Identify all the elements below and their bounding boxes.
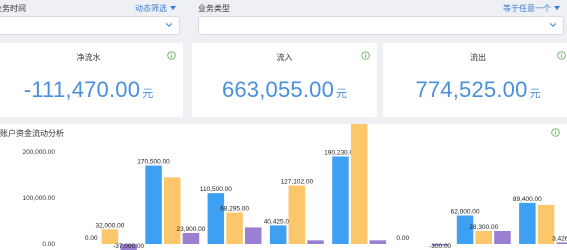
metric-card-net-flow: 净流水 -111,470.00 元 [0, 43, 183, 117]
bar-orange [101, 229, 119, 244]
filter-business-type: 业务类型 等于任意一个 [198, 0, 564, 38]
metric-card-inflow: 流入 663,055.00 元 [192, 43, 377, 117]
bar-orange [226, 212, 243, 244]
bar-purple [307, 240, 324, 244]
bar-purple [369, 240, 387, 244]
data-label: 28,300.00 [469, 224, 498, 231]
filter-label: 业务类型 [198, 4, 230, 13]
data-label: 68,295.00 [220, 206, 249, 213]
data-label: 89,400.00 [513, 196, 542, 203]
bar-purple [556, 242, 567, 244]
bar-chart: 300,000.00200,000.00100,000.000.000.0032… [22, 124, 567, 250]
metric-unit: 元 [529, 88, 541, 100]
business-type-select[interactable] [198, 16, 564, 35]
metric-value: -111,470.00 元 [0, 77, 183, 103]
filter-mode-label: 动态筛选 [135, 4, 167, 13]
bar-blue [332, 156, 349, 244]
metric-number: -111,470.00 [23, 77, 141, 102]
bar-blue [207, 193, 225, 244]
info-circle-icon[interactable] [167, 51, 176, 60]
metric-unit: 元 [336, 88, 348, 100]
y-tick-label: 100,000.00 [22, 195, 55, 202]
y-tick-label: 200,000.00 [22, 149, 55, 156]
filter-mode-dropdown[interactable]: 等于任意一个 [503, 3, 560, 14]
bar-purple [245, 227, 262, 244]
filter-mode-label: 等于任意一个 [503, 4, 551, 13]
data-label: 3,426.00 [552, 235, 567, 242]
bar-blue [269, 225, 287, 244]
data-label: -300.00 [429, 243, 451, 250]
cash-flow-chart-panel: 账户资金流动分析 300,000.00200,000.00100,000.000… [0, 124, 567, 250]
data-label: 110,500.00 [200, 186, 232, 193]
bar-purple [494, 230, 511, 244]
chevron-down-icon [165, 23, 173, 27]
metric-number: 774,525.00 [415, 77, 528, 102]
bar-orange [288, 185, 306, 244]
business-time-select[interactable] [0, 16, 180, 35]
triangle-down-icon [554, 6, 560, 10]
metric-title: 流出 [470, 53, 486, 62]
bar-orange [475, 230, 492, 244]
info-circle-icon[interactable] [557, 51, 566, 60]
filter-business-time: 业务时间 动态筛选 [0, 0, 180, 38]
data-label: -37,000.00 [113, 243, 144, 250]
bar-orange [164, 177, 181, 244]
bar-orange [350, 124, 368, 244]
data-label: 62,000.00 [451, 208, 480, 215]
chevron-down-icon [549, 23, 557, 27]
metric-value: 774,525.00 元 [383, 77, 567, 103]
data-label: 0.00 [396, 235, 409, 242]
data-label: 170,500.00 [137, 159, 170, 166]
data-label: 0.00 [85, 235, 98, 242]
data-label: 23,900.00 [176, 226, 205, 233]
filter-label: 业务时间 [0, 4, 26, 13]
y-tick-label: 0.00 [42, 241, 55, 248]
metric-value: 663,055.00 元 [192, 77, 377, 103]
triangle-down-icon [170, 6, 176, 10]
data-label: 127,102.00 [281, 179, 314, 186]
data-label: 40,425.00 [264, 218, 293, 225]
bar-blue [519, 202, 536, 244]
bar-purple [182, 233, 200, 244]
metric-title: 流入 [276, 53, 293, 62]
metric-card-outflow: 流出 774,525.00 元 [383, 43, 567, 117]
metric-number: 663,055.00 [221, 77, 335, 102]
dashboard: 业务时间 动态筛选 业务类型 等于任意一个 净流水 -111,470.00元 流… [0, 0, 567, 250]
bar-blue [145, 165, 162, 244]
filter-mode-dropdown[interactable]: 动态筛选 [135, 3, 176, 14]
info-circle-icon[interactable] [361, 51, 370, 60]
metric-title: 净流水 [76, 53, 101, 62]
data-label: 32,000.00 [95, 222, 124, 229]
metric-unit: 元 [142, 88, 154, 100]
